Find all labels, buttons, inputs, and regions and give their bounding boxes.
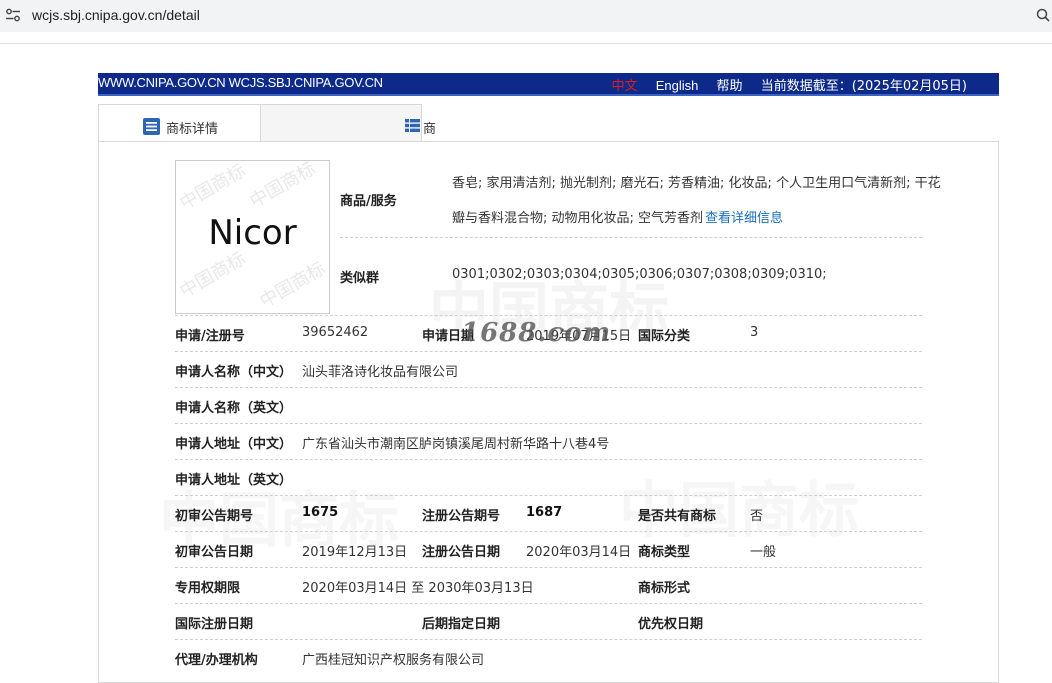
logo-watermark: 中国商标 <box>176 160 250 215</box>
url-text[interactable]: wcjs.sbj.cnipa.gov.cn/detail <box>32 7 200 23</box>
goods-line-1: 香皂; 家用清洁剂; 抛光制剂; 磨光石; 芳香精油; 化妆品; 个人卫生用口气… <box>452 176 941 191</box>
tm-type-value: 一般 <box>750 545 777 560</box>
site-top-bar: WWW.CNIPA.GOV.CN WCJS.SBJ.CNIPA.GOV.CN 中… <box>98 73 999 96</box>
reg-no-value: 39652462 <box>302 325 369 340</box>
address-cn-value: 广东省汕头市潮南区胪岗镇溪尾周村新华路十八巷4号 <box>302 437 610 452</box>
prelim-date-value: 2019年12月13日 <box>302 545 408 560</box>
row-divider <box>175 603 922 604</box>
intl-class-label: 国际分类 <box>638 329 691 344</box>
row-divider <box>175 567 922 568</box>
similar-group-value: 0301;0302;0303;0304;0305;0306;0307;0308;… <box>452 267 827 282</box>
applicant-en-label: 申请人名称（英文） <box>175 401 293 416</box>
intl-reg-date-label: 国际注册日期 <box>175 617 254 632</box>
exclusive-value: 2020年03月14日 至 2030年03月13日 <box>302 581 534 596</box>
row-divider <box>175 315 922 316</box>
data-date-text: 当前数据截至：(2025年02月05日) <box>760 79 967 94</box>
address-en-label: 申请人地址（英文） <box>175 473 293 488</box>
lang-chinese-link[interactable]: 中文 <box>612 79 638 94</box>
row-divider <box>175 459 922 460</box>
row-divider <box>175 351 922 352</box>
lang-english-link[interactable]: English <box>656 78 699 93</box>
top-links: 中文 English 帮助 当前数据截至：(2025年02月05日) <box>612 75 967 94</box>
zoom-icon[interactable] <box>1036 8 1050 22</box>
row-divider <box>175 423 922 424</box>
later-date-label: 后期指定日期 <box>422 617 501 632</box>
view-details-link[interactable]: 查看详细信息 <box>705 207 783 226</box>
address-cn-label: 申请人地址（中文） <box>175 437 293 452</box>
tab-trademark-detail[interactable]: 商标详情 <box>98 104 262 143</box>
reg-no-label: 申请/注册号 <box>175 329 245 344</box>
applicant-cn-label: 申请人名称（中文） <box>175 365 293 380</box>
reg-notice-date-value: 2020年03月14日 <box>526 545 632 560</box>
agent-value: 广西桂冠知识产权服务有限公司 <box>302 653 485 668</box>
detail-panel: 中国商标 中国商标 中国商标 中国商标 中国商标 中国商标 中国商标 Nicor… <box>98 141 999 683</box>
row-divider <box>340 237 922 238</box>
logo-watermark: 中国商标 <box>176 248 250 303</box>
reg-notice-no-label: 注册公告期号 <box>422 509 501 524</box>
applicant-cn-value: 汕头菲洛诗化妆品有限公司 <box>302 365 459 380</box>
goods-label: 商品/服务 <box>340 194 397 209</box>
detail-tabs: 商标详情 商标流程 <box>98 104 999 194</box>
trademark-name: Nicor <box>208 213 297 253</box>
tab-trademark-flow[interactable]: 商标流程 <box>260 104 436 194</box>
shared-value: 否 <box>750 509 764 524</box>
row-divider <box>175 639 922 640</box>
site-settings-icon[interactable] <box>5 8 21 22</box>
reg-notice-date-label: 注册公告日期 <box>422 545 501 560</box>
priority-date-label: 优先权日期 <box>638 617 704 632</box>
logo-watermark: 中国商标 <box>256 258 330 313</box>
row-divider <box>175 495 922 496</box>
tab-label: 商标详情 <box>166 122 219 137</box>
tm-form-label: 商标形式 <box>638 581 691 596</box>
trademark-image: 中国商标 中国商标 中国商标 中国商标 Nicor <box>175 160 330 314</box>
list-icon <box>143 118 160 135</box>
shared-label: 是否共有商标 <box>638 509 717 524</box>
prelim-no-label: 初审公告期号 <box>175 509 254 524</box>
similar-group-label: 类似群 <box>340 271 380 286</box>
row-divider <box>175 531 922 532</box>
reg-notice-no-value: 1687 <box>526 505 563 520</box>
row-divider <box>175 387 922 388</box>
prelim-no-value: 1675 <box>302 505 339 520</box>
exclusive-label: 专用权期限 <box>175 581 241 596</box>
chrome-divider <box>0 43 1052 44</box>
watermark-stamp: 1688.com <box>461 318 612 348</box>
prelim-date-label: 初审公告日期 <box>175 545 254 560</box>
intl-class-value: 3 <box>750 325 759 340</box>
table-icon <box>405 119 420 132</box>
goods-line-2: 瓣与香料混合物; 动物用化妆品; 空气芳香剂 <box>452 211 704 226</box>
agent-label: 代理/办理机构 <box>175 653 258 668</box>
browser-address-bar[interactable]: wcjs.sbj.cnipa.gov.cn/detail <box>0 0 1052 32</box>
help-link[interactable]: 帮助 <box>717 79 743 94</box>
site-links[interactable]: WWW.CNIPA.GOV.CN WCJS.SBJ.CNIPA.GOV.CN <box>98 75 383 90</box>
logo-watermark: 中国商标 <box>246 160 320 213</box>
tm-type-label: 商标类型 <box>638 545 691 560</box>
